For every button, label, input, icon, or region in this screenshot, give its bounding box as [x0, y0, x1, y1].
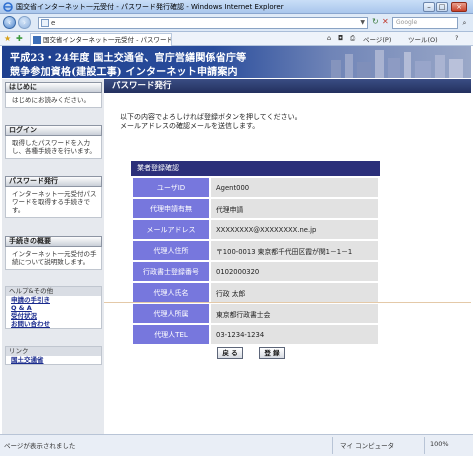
help-link-manual[interactable]: 申請の手引き	[6, 296, 101, 304]
divider	[104, 302, 471, 303]
print-icon[interactable]: ⎙	[350, 34, 355, 43]
row-label: 代理人所属	[133, 304, 209, 323]
address-toolbar: ‹ › e ▼ ↻ ✕ Google ⌕	[0, 14, 473, 32]
table-row: メールアドレス XXXXXXXX@XXXXXXXX.ne.jp	[133, 220, 378, 239]
row-value: 0102000320	[211, 262, 378, 281]
row-label: 代理申請有無	[133, 199, 209, 218]
tab-label: 国交省インターネット一元受付 - パスワード発行確認	[43, 36, 171, 44]
sidebar-section-body: インターネット一元受付の手続について説明致します。	[5, 247, 102, 270]
status-separator	[424, 437, 425, 454]
main-content: パスワード発行 以下の内容でよろしければ登録ボタンを押してください。 メールアド…	[104, 79, 471, 434]
row-value: 03-1234-1234	[211, 325, 378, 344]
row-label: 行政書士登録番号	[133, 262, 209, 281]
help-link-qa[interactable]: Q & A	[6, 304, 101, 312]
page-menu-button[interactable]: ページ(P)	[363, 34, 391, 44]
register-button[interactable]: 登 録	[259, 347, 285, 359]
row-label: メールアドレス	[133, 220, 209, 239]
table-row: 代理申請有無 代理申請	[133, 199, 378, 218]
registration-confirm-panel: 業者登録確認 ユーザID Agent000 代理申請有無 代理申請 メールアドレ…	[131, 161, 380, 346]
sidebar-section-body: はじめにお読みください。	[5, 93, 102, 108]
row-value: XXXXXXXX@XXXXXXXX.ne.jp	[211, 220, 378, 239]
help-link-contact[interactable]: お問い合わせ	[6, 320, 101, 328]
help-icon[interactable]: ?	[455, 34, 458, 42]
registration-table: ユーザID Agent000 代理申請有無 代理申請 メールアドレス XXXXX…	[131, 176, 380, 346]
row-value: 代理申請	[211, 199, 378, 218]
maximize-button[interactable]: □	[436, 2, 448, 12]
tab-bar: ★ ✚ 国交省インターネット一元受付 - パスワード発行確認 ⌂ ◘ ⎙ ページ…	[0, 32, 473, 46]
home-icon[interactable]: ⌂	[327, 34, 331, 42]
sidebar-section-login[interactable]: ログイン 取得したパスワードを入力し、各種手続きを行います。	[5, 125, 102, 159]
row-value: Agent000	[211, 178, 378, 197]
sidebar-section-overview[interactable]: 手続きの概要 インターネット一元受付の手続について説明致します。	[5, 236, 102, 270]
row-label: ユーザID	[133, 178, 209, 197]
sidebar-section-header[interactable]: ログイン	[5, 125, 102, 136]
back-button[interactable]: 戻 る	[217, 347, 243, 359]
forward-nav-button[interactable]: ›	[18, 16, 31, 29]
stop-icon[interactable]: ✕	[382, 17, 389, 26]
security-zone: マイ コンピュータ	[340, 442, 395, 450]
address-url: e	[51, 19, 56, 27]
page-title: パスワード発行	[104, 79, 471, 93]
site-banner: 平成23・24年度 国土交通省、官庁営繕関係省庁等 競争参加資格(建設工事) イ…	[2, 46, 471, 78]
tools-menu-button[interactable]: ツール(O)	[408, 34, 438, 44]
tab-active[interactable]: 国交省インターネット一元受付 - パスワード発行確認	[30, 33, 172, 46]
feeds-icon[interactable]: ◘	[338, 34, 343, 42]
row-value: 東京都行政書士会	[211, 304, 378, 323]
intro-line1: 以下の内容でよろしければ登録ボタンを押してください。	[120, 113, 302, 121]
table-row: ユーザID Agent000	[133, 178, 378, 197]
external-links-header: リンク	[6, 347, 101, 356]
status-bar: ページが表示されました マイ コンピュータ 100%	[0, 434, 473, 456]
intro-line2: メールアドレスの確認メールを送信します。	[120, 122, 260, 130]
sidebar-section-body: 取得したパスワードを入力し、各種手続きを行います。	[5, 136, 102, 159]
table-row: 代理人住所 〒100-0013 東京都千代田区霞が関1－1－1	[133, 241, 378, 260]
ie-logo-icon	[3, 2, 13, 12]
help-links-box: ヘルプ&その他 申請の手引き Q & A 受付状況 お問い合わせ	[5, 286, 102, 329]
row-value: 〒100-0013 東京都千代田区霞が関1－1－1	[211, 241, 378, 260]
sidebar-section-header[interactable]: はじめに	[5, 82, 102, 93]
help-link-status[interactable]: 受付状況	[6, 312, 101, 320]
row-label: 代理人氏名	[133, 283, 209, 302]
add-favorites-icon[interactable]: ✚	[16, 34, 23, 43]
intro-text: 以下の内容でよろしければ登録ボタンを押してください。 メールアドレスの確認メール…	[120, 113, 302, 131]
banner-line1: 平成23・24年度 国土交通省、官庁営繕関係省庁等	[10, 53, 247, 64]
address-dropdown-icon[interactable]: ▼	[360, 18, 365, 28]
table-row: 代理人氏名 行政 太郎	[133, 283, 378, 302]
zoom-level[interactable]: 100%	[430, 440, 449, 448]
help-links-header: ヘルプ&その他	[6, 287, 101, 296]
sidebar-section-header[interactable]: 手続きの概要	[5, 236, 102, 247]
tab-page-icon	[33, 36, 41, 44]
status-text: ページが表示されました	[4, 442, 76, 450]
refresh-icon[interactable]: ↻	[372, 17, 379, 26]
table-row: 行政書士登録番号 0102000320	[133, 262, 378, 281]
sidebar-section-header[interactable]: パスワード発行	[5, 176, 102, 187]
back-nav-button[interactable]: ‹	[3, 16, 16, 29]
row-value: 行政 太郎	[211, 283, 378, 302]
city-skyline-image	[331, 50, 463, 78]
link-mlit[interactable]: 国土交通省	[6, 356, 101, 364]
banner-line2: 競争参加資格(建設工事) インターネット申請案内	[10, 67, 238, 78]
search-input[interactable]: Google	[392, 17, 458, 29]
search-icon[interactable]: ⌕	[459, 17, 470, 29]
address-input[interactable]: e ▼	[38, 17, 368, 29]
external-links-box: リンク 国土交通省	[5, 346, 102, 365]
row-label: 代理人住所	[133, 241, 209, 260]
sidebar-section-intro[interactable]: はじめに はじめにお読みください。	[5, 82, 102, 108]
sidebar: はじめに はじめにお読みください。 ログイン 取得したパスワードを入力し、各種手…	[2, 79, 104, 434]
page-icon	[41, 19, 49, 27]
minimize-button[interactable]: –	[423, 2, 435, 12]
window-title: 国交省インターネット一元受付 - パスワード発行確認 - Windows Int…	[16, 3, 284, 11]
close-window-button[interactable]: ×	[451, 2, 467, 12]
registration-header: 業者登録確認	[131, 161, 380, 176]
sidebar-section-password[interactable]: パスワード発行 インターネット一元受付パスワードを取得する手続きです。	[5, 176, 102, 218]
status-separator	[332, 437, 333, 454]
favorites-star-icon[interactable]: ★	[4, 34, 11, 43]
window-titlebar: 国交省インターネット一元受付 - パスワード発行確認 - Windows Int…	[0, 0, 473, 14]
sidebar-section-body: インターネット一元受付パスワードを取得する手続きです。	[5, 187, 102, 218]
table-row: 代理人TEL 03-1234-1234	[133, 325, 378, 344]
table-row: 代理人所属 東京都行政書士会	[133, 304, 378, 323]
row-label: 代理人TEL	[133, 325, 209, 344]
